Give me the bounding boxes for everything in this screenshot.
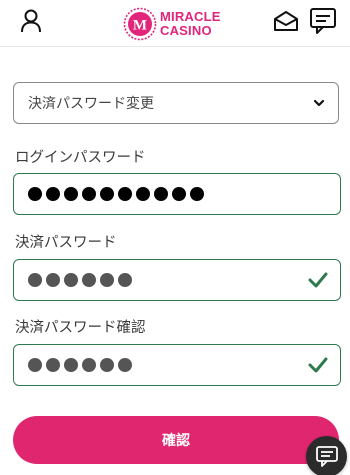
logo-text: MIRACLE CASINO: [160, 10, 226, 38]
miracle-casino-logo[interactable]: M MIRACLE CASINO: [123, 7, 223, 41]
payment-password-confirm-label: 決済パスワード確認: [15, 320, 146, 336]
payment-password-input[interactable]: [13, 259, 341, 301]
logo-line2: CASINO: [160, 23, 212, 38]
mail-icon[interactable]: [272, 8, 300, 34]
masked-value: [28, 187, 204, 201]
masked-value: [28, 273, 132, 287]
top-header: M MIRACLE CASINO: [0, 0, 350, 47]
payment-password-confirm-input[interactable]: [13, 344, 341, 386]
checkmark-icon: [308, 357, 328, 373]
chevron-down-icon: [313, 99, 325, 107]
live-chat-button[interactable]: [306, 436, 347, 475]
login-password-label: ログインパスワード: [15, 150, 146, 166]
payment-password-label: 決済パスワード: [15, 235, 117, 251]
password-type-select[interactable]: 決済パスワード変更: [13, 82, 339, 124]
logo-line1: MIRACLE: [160, 9, 221, 24]
login-password-input[interactable]: [13, 173, 341, 215]
select-value: 決済パスワード変更: [28, 96, 154, 112]
checkmark-icon: [308, 272, 328, 288]
confirm-button[interactable]: 確認: [13, 416, 339, 464]
logo-mark-icon: M: [123, 7, 157, 41]
user-icon[interactable]: [19, 8, 43, 34]
chat-icon: [315, 445, 338, 467]
svg-text:M: M: [133, 18, 147, 34]
masked-value: [28, 358, 132, 372]
chat-icon[interactable]: [308, 6, 338, 36]
